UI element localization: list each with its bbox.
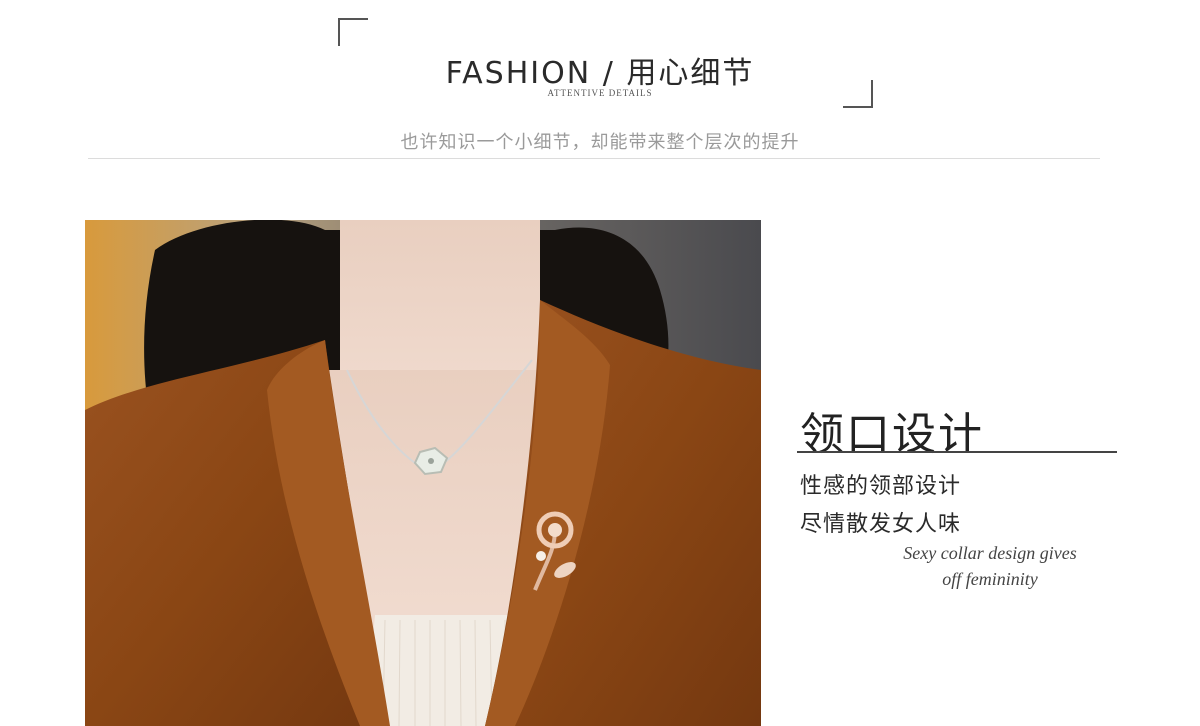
feature-divider [797,451,1117,453]
header-divider [88,158,1100,159]
feature-english-line-1: Sexy collar design gives [903,543,1077,563]
product-photo [85,220,761,726]
feature-english-caption: Sexy collar design gives off femininity [870,540,1110,592]
feature-description-line-2: 尽情散发女人味 [800,512,962,537]
header-subtitle: ATTENTIVE DETAILS [547,88,653,98]
feature-description-line-1: 性感的领部设计 [800,474,962,499]
header-title: FASHION / 用心细节 [445,56,755,91]
corner-bracket-top-left [338,18,368,46]
header-tagline: 也许知识一个小细节，却能带来整个层次的提升 [400,132,800,153]
feature-english-line-2: off femininity [942,569,1038,589]
